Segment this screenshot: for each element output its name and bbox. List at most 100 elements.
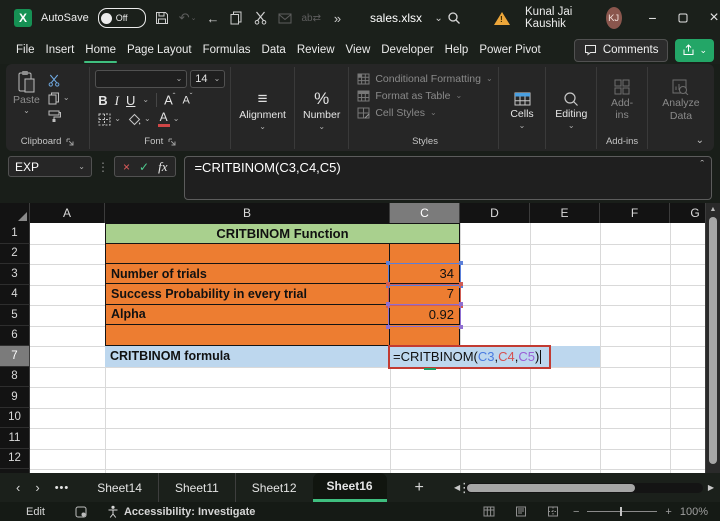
page-layout-view-icon[interactable] (515, 506, 527, 517)
zoom-level[interactable]: 100% (680, 506, 708, 518)
avatar[interactable]: KJ (605, 7, 622, 29)
horizontal-scrollbar-thumb[interactable] (467, 483, 636, 492)
all-sheets-icon[interactable]: ••• (55, 482, 70, 494)
more-commands-icon[interactable]: » (330, 8, 345, 28)
tab-insert[interactable]: Insert (46, 44, 75, 56)
horizontal-scrollbar[interactable]: ◀ ▶ (454, 481, 714, 494)
decrease-font-size-button[interactable]: Aˇ (182, 93, 192, 107)
back-arrow-icon[interactable]: ← (205, 8, 220, 28)
cancel-icon[interactable]: × (123, 160, 130, 174)
tab-formulas[interactable]: Formulas (203, 44, 251, 56)
column-header-f[interactable]: F (600, 203, 670, 223)
minimize-button[interactable]: − (645, 10, 661, 26)
column-header-a[interactable]: A (30, 203, 105, 223)
autosave-toggle[interactable]: Off (97, 8, 146, 28)
tab-file[interactable]: File (16, 44, 35, 56)
new-sheet-button[interactable]: + (415, 473, 424, 502)
tab-view[interactable]: View (346, 44, 371, 56)
row-header-2[interactable]: 2 (0, 243, 30, 264)
insert-function-icon[interactable]: fx (158, 159, 167, 175)
italic-button[interactable]: I (115, 94, 119, 107)
font-size-combobox[interactable]: 14 ⌄ (190, 70, 226, 88)
copy-icon[interactable] (229, 8, 244, 28)
row-header-3[interactable]: 3 (0, 264, 30, 285)
collapse-formula-bar-icon[interactable]: ˆ (700, 159, 704, 171)
row-header-7[interactable]: 7 (0, 346, 30, 367)
cell-b1-title[interactable]: CRITBINOM Function (105, 223, 460, 244)
vertical-scrollbar[interactable]: ▲ (705, 203, 720, 473)
clipboard-dialog-launcher-icon[interactable] (66, 138, 74, 146)
alignment-button[interactable]: ≡ Alignment ⌄ (236, 87, 289, 131)
column-header-b[interactable]: B (105, 203, 390, 223)
row-header-1[interactable]: 1 (0, 223, 30, 244)
column-header-c[interactable]: C (390, 203, 460, 223)
cut-button[interactable] (48, 73, 70, 87)
paste-button[interactable]: Paste ⌄ (13, 70, 40, 123)
row-header-5[interactable]: 5 (0, 305, 30, 326)
tab-developer[interactable]: Developer (381, 44, 433, 56)
normal-view-icon[interactable] (483, 506, 495, 517)
close-button[interactable]: × (706, 9, 720, 27)
formula-bar-input[interactable]: =CRITBINOM(C3,C4,C5) ˆ (184, 156, 712, 200)
warning-icon[interactable]: ! (494, 11, 511, 25)
sheet-tab-sheet16[interactable]: Sheet16 (312, 473, 387, 502)
previous-sheet-icon[interactable]: ‹ (16, 480, 20, 495)
tab-page-layout[interactable]: Page Layout (127, 44, 192, 56)
accessibility-status[interactable]: Accessibility: Investigate (107, 505, 255, 518)
vertical-scrollbar-thumb[interactable] (709, 217, 717, 464)
font-name-combobox[interactable]: ⌄ (95, 70, 188, 88)
sheet-tab-sheet11[interactable]: Sheet11 (157, 473, 235, 502)
row-header-6[interactable]: 6 (0, 325, 30, 346)
comments-button[interactable]: Comments (573, 38, 669, 62)
file-name[interactable]: sales.xlsx (370, 11, 422, 25)
filename-chevron-icon[interactable]: ⌄ (431, 8, 446, 28)
select-all-corner[interactable] (0, 203, 30, 223)
next-sheet-icon[interactable]: › (35, 480, 39, 495)
underline-button[interactable]: U (126, 94, 135, 107)
cell-b4-label[interactable]: Success Probability in every trial (106, 284, 390, 304)
tab-help[interactable]: Help (445, 44, 469, 56)
share-button[interactable]: ⌄ (675, 38, 714, 62)
tab-data[interactable]: Data (262, 44, 286, 56)
row-header-11[interactable]: 11 (0, 428, 30, 449)
name-box[interactable]: EXP ⌄ (8, 156, 92, 177)
cut-icon[interactable] (253, 8, 268, 28)
macro-record-icon[interactable] (75, 506, 87, 518)
scroll-right-arrow-icon[interactable]: ▶ (708, 483, 714, 492)
cell-b7-label[interactable]: CRITBINOM formula (105, 349, 390, 363)
row-header-4[interactable]: 4 (0, 284, 30, 305)
tab-review[interactable]: Review (297, 44, 335, 56)
save-icon[interactable] (155, 8, 170, 28)
maximize-button[interactable] (675, 13, 691, 23)
sheet-tab-sheet12[interactable]: Sheet12 (234, 473, 313, 502)
column-header-e[interactable]: E (530, 203, 600, 223)
cells-area[interactable]: CRITBINOM Function Number of trials 34 S… (30, 223, 705, 473)
row-header-8[interactable]: 8 (0, 366, 30, 387)
tab-home[interactable]: Home (84, 44, 117, 63)
tab-power-pivot[interactable]: Power Pivot (479, 44, 540, 56)
row-header-12[interactable]: 12 (0, 448, 30, 469)
editing-button[interactable]: Editing ⌄ (552, 88, 590, 130)
zoom-out-icon[interactable]: − (573, 506, 579, 518)
row-2-cells[interactable] (106, 244, 459, 265)
cell-b3-label[interactable]: Number of trials (106, 264, 390, 284)
row-6-cells[interactable] (106, 324, 459, 345)
search-icon[interactable] (446, 8, 461, 28)
copy-button[interactable]: ⌄ (48, 91, 70, 105)
format-painter-button[interactable] (48, 109, 70, 123)
increase-font-size-button[interactable]: Aˆ (164, 93, 175, 107)
zoom-slider-thumb[interactable] (620, 507, 623, 516)
collapse-ribbon-chevron-icon[interactable]: ⌄ (696, 135, 704, 146)
borders-button[interactable]: ⌄ (98, 112, 121, 126)
cell-b5-label[interactable]: Alpha (106, 304, 390, 324)
cells-button[interactable]: Cells ⌄ (507, 89, 536, 130)
scroll-up-arrow-icon[interactable]: ▲ (706, 203, 720, 216)
page-break-view-icon[interactable] (547, 506, 559, 517)
scroll-left-arrow-icon[interactable]: ◀ (454, 483, 460, 492)
column-header-d[interactable]: D (460, 203, 530, 223)
user-name[interactable]: Kunal Jai Kaushik (525, 6, 591, 30)
underline-chevron-icon[interactable]: ⌄ (142, 96, 149, 104)
horizontal-scrollbar-track[interactable] (465, 482, 703, 493)
sheet-tab-sheet14[interactable]: Sheet14 (81, 473, 158, 502)
bold-button[interactable]: B (98, 94, 107, 107)
